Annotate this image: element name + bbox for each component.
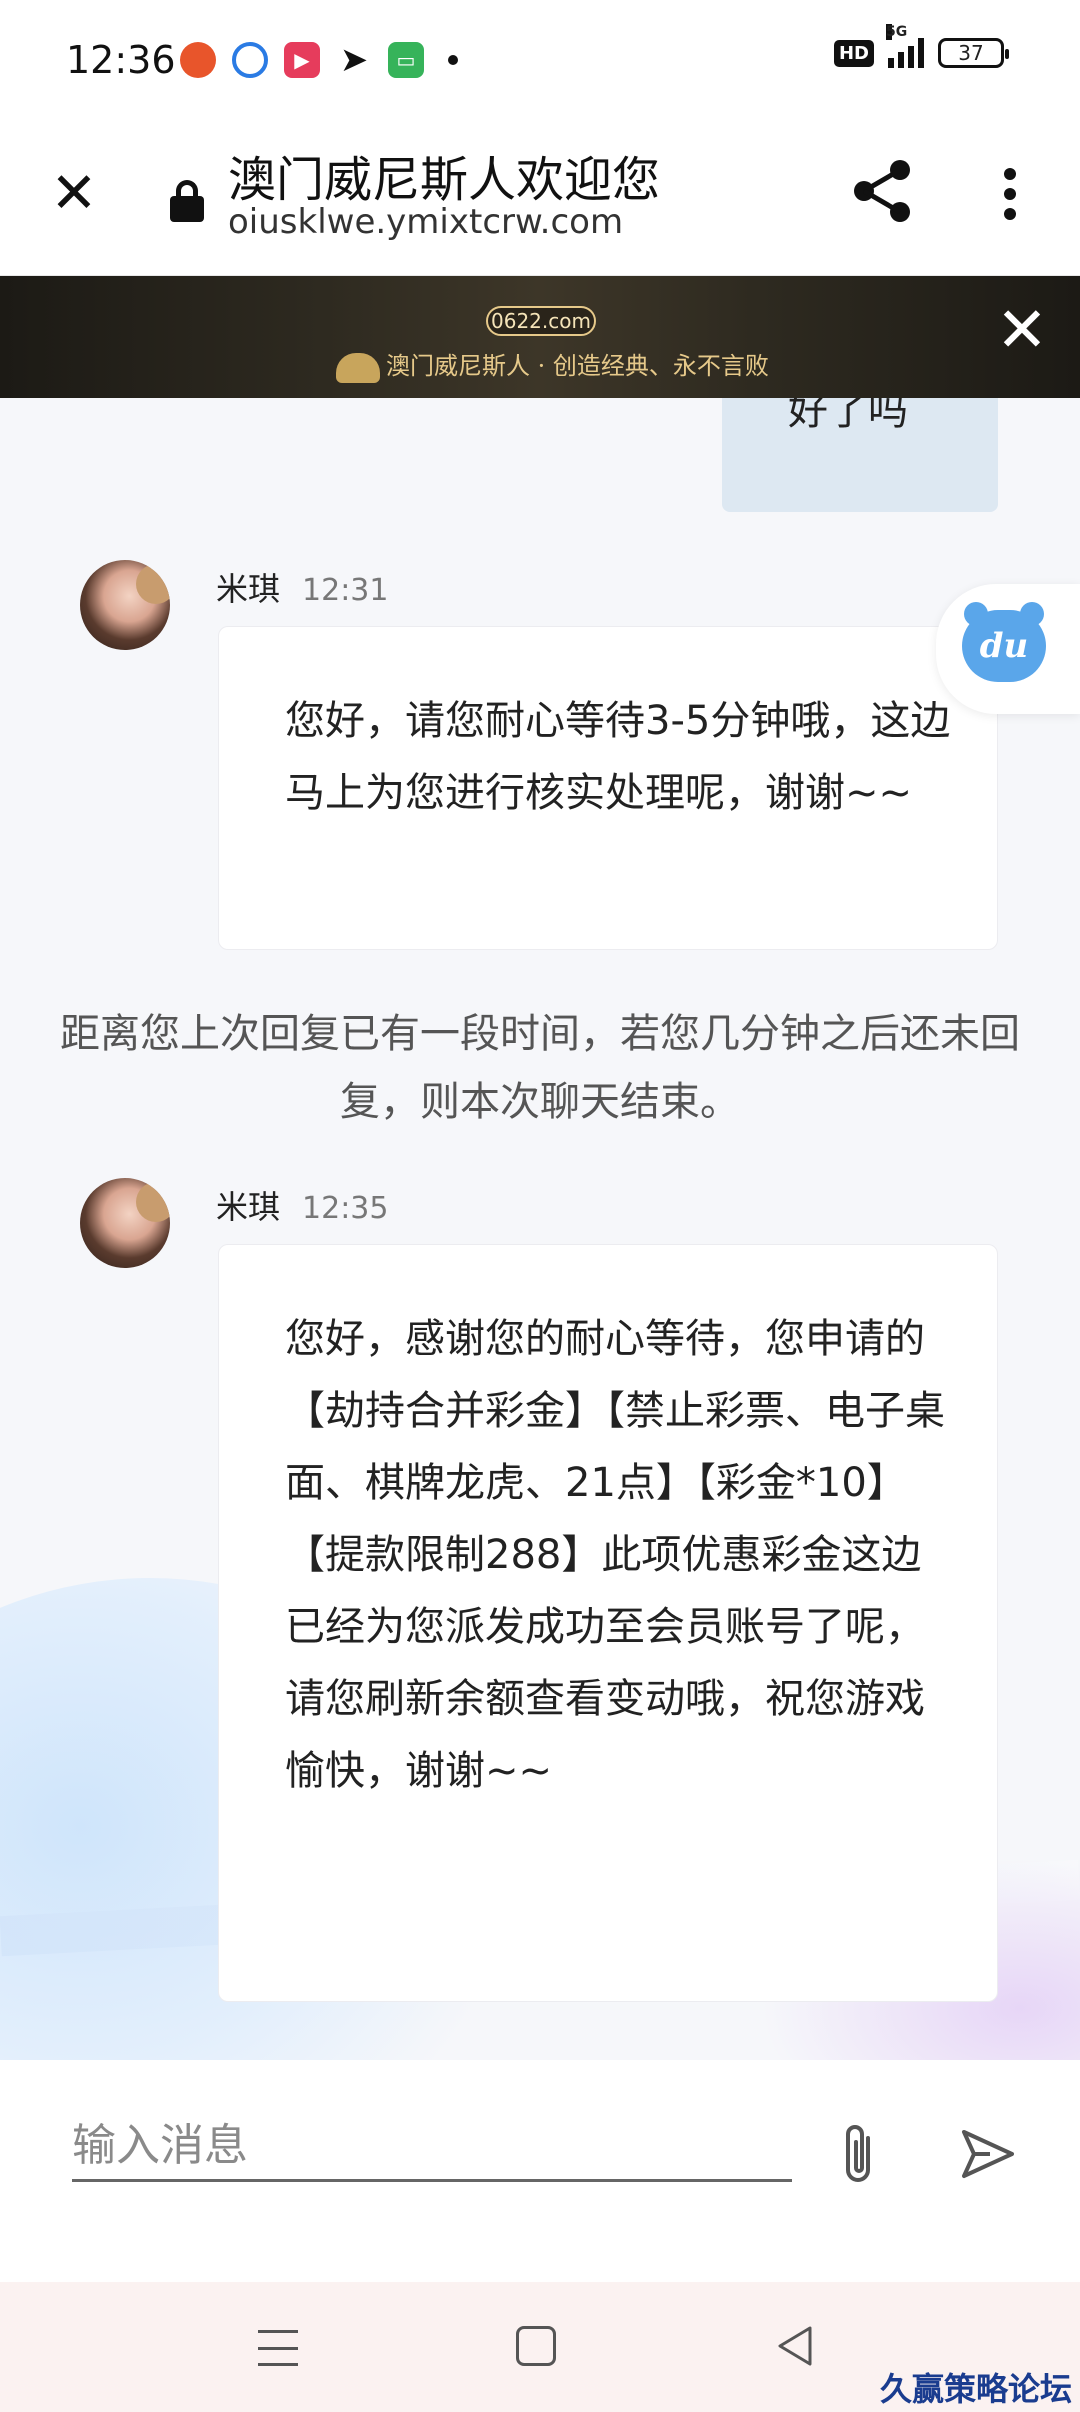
recent-apps-icon[interactable] bbox=[258, 2330, 298, 2366]
promo-banner[interactable]: 0622.com 澳门威尼斯人 · 创造经典、永不言败 ✕ bbox=[0, 276, 1080, 398]
sent-message-text: 好了吗 bbox=[788, 398, 908, 434]
message-header: 米琪 12:31 bbox=[216, 564, 388, 610]
banner-close-button[interactable]: ✕ bbox=[992, 299, 1052, 361]
video-app-icon: ▶ bbox=[284, 42, 320, 78]
more-notifications-dot-icon bbox=[448, 55, 458, 65]
message-composer bbox=[0, 2060, 1080, 2282]
battery-level: 37 bbox=[958, 41, 984, 65]
banner-logo: 澳门威尼斯人 · 创造经典、永不言败 bbox=[336, 346, 769, 383]
home-icon[interactable] bbox=[516, 2326, 556, 2366]
agent-avatar bbox=[80, 1178, 170, 1268]
sent-message-bubble: 好了吗 bbox=[722, 398, 998, 512]
pumpkin-app-icon bbox=[180, 42, 216, 78]
received-message-bubble: 您好，感谢您的耐心等待，您申请的【劫持合并彩金】【禁止彩票、电子桌面、棋牌龙虎、… bbox=[218, 1244, 998, 2002]
more-options-icon[interactable] bbox=[990, 164, 1030, 224]
session-timeout-note: 距离您上次回复已有一段时间，若您几分钟之后还未回复，则本次聊天结束。 bbox=[60, 1011, 1020, 1125]
sender-name: 米琪 bbox=[216, 570, 281, 608]
notification-icons: ▶ ➤ ▭ bbox=[180, 40, 458, 80]
banner-slogan: 澳门威尼斯人 · 创造经典、永不言败 bbox=[386, 352, 769, 380]
message-text: 您好，感谢您的耐心等待，您申请的【劫持合并彩金】【禁止彩票、电子桌面、棋牌龙虎、… bbox=[285, 1316, 945, 1794]
network-type-label: 5G bbox=[886, 24, 908, 40]
lock-icon[interactable] bbox=[170, 180, 204, 222]
system-status-icons: HD 5G 37 bbox=[833, 24, 1009, 68]
message-time: 12:31 bbox=[302, 573, 389, 608]
battery-icon: 37 bbox=[938, 38, 1009, 68]
qq-app-icon bbox=[232, 42, 268, 78]
du-bear-icon: du bbox=[962, 602, 1046, 682]
attachment-icon[interactable] bbox=[832, 2122, 884, 2188]
du-assistant-button[interactable]: du bbox=[936, 584, 1080, 714]
agent-avatar bbox=[80, 560, 170, 650]
share-icon[interactable] bbox=[850, 158, 916, 224]
page-title: 澳门威尼斯人欢迎您 bbox=[228, 152, 661, 208]
page-url[interactable]: oiusklwe.ymixtcrw.com bbox=[228, 202, 623, 242]
watermark: 久赢策略论坛 bbox=[879, 2370, 1072, 2408]
received-message-bubble: 您好，请您耐心等待3-5分钟哦，这边马上为您进行核实处理呢，谢谢~~ bbox=[218, 626, 998, 950]
banner-domain: 0622.com bbox=[486, 306, 596, 336]
status-bar: 12:36 ▶ ➤ ▭ HD 5G 37 bbox=[0, 0, 1080, 120]
system-nav-bar: 久赢策略论坛 bbox=[0, 2282, 1080, 2412]
message-time: 12:35 bbox=[302, 1191, 389, 1226]
browser-toolbar: ✕ 澳门威尼斯人欢迎您 oiusklwe.ymixtcrw.com bbox=[0, 120, 1080, 276]
message-app-icon: ▭ bbox=[388, 42, 424, 78]
back-icon[interactable] bbox=[774, 2324, 814, 2368]
chat-area[interactable]: 好了吗 米琪 12:31 您好，请您耐心等待3-5分钟哦，这边马上为您进行核实处理… bbox=[0, 398, 1080, 2060]
hd-icon: HD bbox=[833, 39, 874, 67]
message-text: 您好，请您耐心等待3-5分钟哦，这边马上为您进行核实处理呢，谢谢~~ bbox=[285, 698, 951, 816]
signal-icon: 5G bbox=[886, 24, 924, 68]
lion-logo-icon bbox=[336, 352, 380, 383]
status-time: 12:36 bbox=[66, 38, 176, 82]
message-input[interactable] bbox=[72, 2112, 792, 2182]
telegram-icon: ➤ bbox=[339, 40, 369, 80]
sender-name: 米琪 bbox=[216, 1188, 281, 1226]
send-icon[interactable] bbox=[960, 2126, 1016, 2182]
message-header: 米琪 12:35 bbox=[216, 1182, 388, 1228]
close-tab-button[interactable]: ✕ bbox=[44, 164, 104, 224]
